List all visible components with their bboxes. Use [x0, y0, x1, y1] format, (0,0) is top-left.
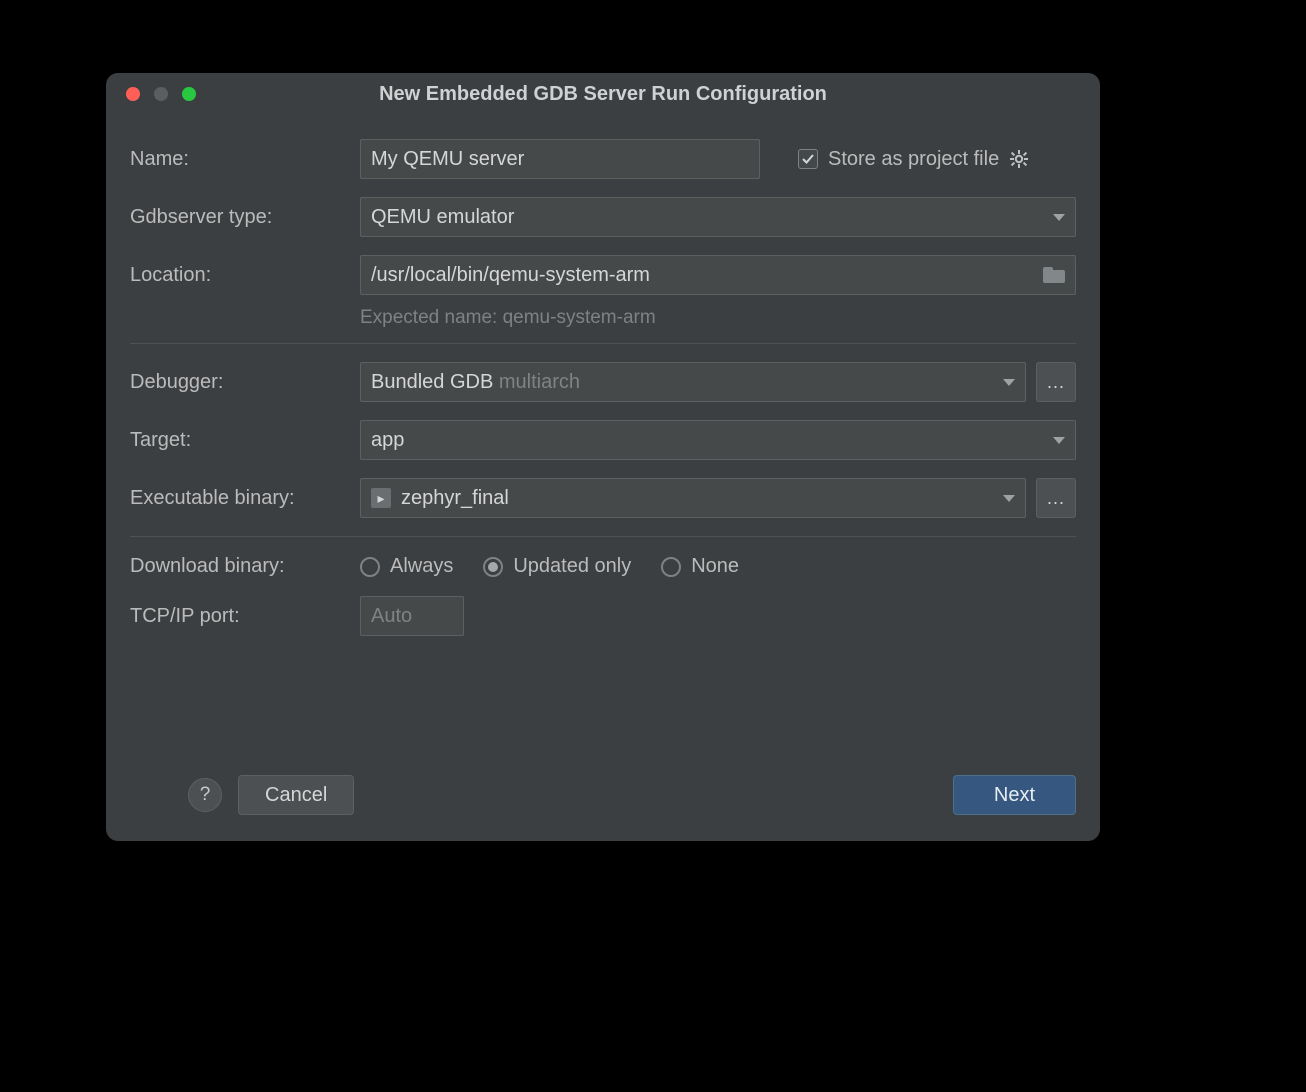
cancel-button[interactable]: Cancel [238, 775, 354, 815]
target-value: app [371, 429, 1045, 452]
dialog-title: New Embedded GDB Server Run Configuratio… [106, 83, 1100, 106]
location-input-wrap [360, 255, 1076, 295]
download-radio-group: Always Updated only None [360, 555, 739, 578]
store-checkbox[interactable] [798, 149, 818, 169]
location-input[interactable] [371, 264, 1043, 287]
label-target: Target: [130, 429, 360, 452]
dialog-footer: ? Cancel Next [106, 755, 1100, 841]
radio-always-label: Always [390, 555, 453, 578]
name-input[interactable] [371, 148, 749, 171]
chevron-down-icon [1003, 495, 1015, 502]
gear-icon[interactable] [1009, 149, 1029, 169]
label-gdbserver-type: Gdbserver type: [130, 206, 360, 229]
executable-combo[interactable]: ▸ zephyr_final [360, 478, 1026, 518]
row-download: Download binary: Always Updated only [130, 555, 1076, 578]
tcp-port-input-wrap [360, 596, 464, 636]
gdbserver-type-value: QEMU emulator [371, 206, 1045, 229]
debugger-combo[interactable]: Bundled GDB multiarch [360, 362, 1026, 402]
folder-icon[interactable] [1043, 267, 1065, 283]
debugger-value: Bundled GDB multiarch [371, 371, 995, 394]
debugger-more-button[interactable]: ... [1036, 362, 1076, 402]
store-as-project: Store as project file [798, 148, 1029, 171]
form-area: Name: Store as project file [130, 139, 1076, 755]
radio-updated-only-button[interactable] [483, 557, 503, 577]
dialog-window: New Embedded GDB Server Run Configuratio… [106, 73, 1100, 841]
chevron-down-icon [1003, 379, 1015, 386]
store-label: Store as project file [828, 148, 999, 171]
name-input-wrap [360, 139, 760, 179]
chevron-down-icon [1053, 437, 1065, 444]
radio-none[interactable]: None [661, 555, 739, 578]
row-tcp-port: TCP/IP port: [130, 596, 1076, 636]
chevron-down-icon [1053, 214, 1065, 221]
window-controls [106, 87, 196, 101]
row-executable: Executable binary: ▸ zephyr_final ... [130, 478, 1076, 518]
radio-updated-only[interactable]: Updated only [483, 555, 631, 578]
label-executable: Executable binary: [130, 487, 360, 510]
help-button[interactable]: ? [188, 778, 222, 812]
radio-always[interactable]: Always [360, 555, 453, 578]
executable-more-button[interactable]: ... [1036, 478, 1076, 518]
row-debugger: Debugger: Bundled GDB multiarch ... [130, 362, 1076, 402]
dialog-content: Name: Store as project file [106, 115, 1100, 755]
row-location: Location: [130, 255, 1076, 295]
label-download: Download binary: [130, 555, 360, 578]
radio-updated-only-label: Updated only [513, 555, 631, 578]
target-combo[interactable]: app [360, 420, 1076, 460]
row-gdbserver-type: Gdbserver type: QEMU emulator [130, 197, 1076, 237]
executable-value: ▸ zephyr_final [371, 487, 995, 510]
location-hint: Expected name: qemu-system-arm [360, 307, 1076, 329]
titlebar: New Embedded GDB Server Run Configuratio… [106, 73, 1100, 115]
close-window-button[interactable] [126, 87, 140, 101]
tcp-port-input[interactable] [371, 605, 453, 628]
label-tcp-port: TCP/IP port: [130, 605, 360, 628]
row-target: Target: app [130, 420, 1076, 460]
next-button[interactable]: Next [953, 775, 1076, 815]
separator-2 [130, 536, 1076, 537]
radio-none-button[interactable] [661, 557, 681, 577]
radio-none-label: None [691, 555, 739, 578]
gdbserver-type-combo[interactable]: QEMU emulator [360, 197, 1076, 237]
minimize-window-button[interactable] [154, 87, 168, 101]
executable-icon: ▸ [371, 488, 391, 508]
label-name: Name: [130, 148, 360, 171]
maximize-window-button[interactable] [182, 87, 196, 101]
row-name: Name: Store as project file [130, 139, 1076, 179]
separator-1 [130, 343, 1076, 344]
label-location: Location: [130, 264, 360, 287]
label-debugger: Debugger: [130, 371, 360, 394]
radio-always-button[interactable] [360, 557, 380, 577]
